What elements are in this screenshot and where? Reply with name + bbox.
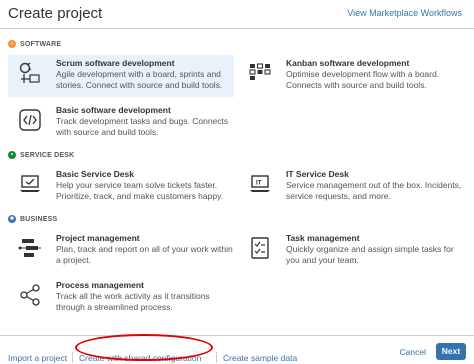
project-type-basic-service-desk[interactable]: Basic Service Desk Help your service tea… — [8, 166, 234, 206]
project-type-basic-software[interactable]: Basic software development Track develop… — [8, 102, 234, 142]
footer-divider — [216, 352, 217, 363]
project-type-kanban[interactable]: Kanban software development Optimise dev… — [238, 55, 464, 97]
project-type-title: Process management — [56, 280, 144, 290]
code-icon: ‹ — [8, 40, 16, 48]
project-type-description: Optimise development flow with a board. … — [286, 69, 440, 90]
project-type-title: Task management — [286, 233, 360, 243]
project-type-list: ‹ SOFTWARE Scrum software development Ag… — [0, 29, 474, 334]
task-list-icon — [248, 236, 272, 260]
code-brackets-icon — [18, 108, 42, 132]
dialog-title: Create project — [8, 5, 103, 22]
annotation-highlight-ellipse — [75, 334, 213, 361]
project-type-description: Agile development with a board, sprints … — [56, 69, 223, 90]
section-header-software: ‹ SOFTWARE — [8, 40, 61, 48]
section-label-service-desk: SERVICE DESK — [20, 151, 75, 159]
laptop-support-icon — [18, 172, 42, 196]
create-sample-data-link[interactable]: Create sample data — [223, 353, 297, 363]
project-type-task-management[interactable]: Task management Quickly organize and ass… — [238, 230, 464, 270]
business-icon: ■ — [8, 215, 16, 223]
project-timeline-icon — [18, 236, 42, 260]
kanban-board-icon — [248, 61, 272, 85]
it-laptop-icon: IT — [248, 172, 272, 196]
project-type-scrum[interactable]: Scrum software development Agile develop… — [8, 55, 234, 97]
create-project-dialog: Create project View Marketplace Workflow… — [0, 0, 474, 364]
project-type-description: Plan, track and report on all of your wo… — [56, 244, 233, 265]
next-button[interactable]: Next — [436, 343, 466, 360]
project-type-description: Help your service team solve tickets fas… — [56, 180, 224, 201]
scrum-board-icon — [18, 61, 42, 85]
section-label-software: SOFTWARE — [20, 40, 62, 48]
process-flow-icon — [18, 283, 42, 307]
service-desk-icon: • — [8, 151, 16, 159]
svg-text:IT: IT — [256, 181, 262, 187]
project-type-description: Quickly organize and assign simple tasks… — [286, 244, 454, 265]
project-type-description: Track all the work activity as it transi… — [56, 291, 210, 312]
project-type-title: Project management — [56, 233, 140, 243]
cancel-link[interactable]: Cancel — [400, 347, 426, 357]
dialog-footer: Import a project Create with shared conf… — [0, 335, 474, 364]
view-marketplace-workflows-link[interactable]: View Marketplace Workflows — [347, 8, 462, 18]
project-type-description: Service management out of the box. Incid… — [286, 180, 462, 201]
footer-divider — [72, 352, 73, 363]
section-header-service-desk: • SERVICE DESK — [8, 151, 74, 159]
project-type-title: IT Service Desk — [286, 169, 349, 179]
dialog-header: Create project View Marketplace Workflow… — [0, 0, 474, 29]
project-type-title: Kanban software development — [286, 58, 410, 68]
project-type-title: Basic software development — [56, 105, 171, 115]
project-type-title: Scrum software development — [56, 58, 175, 68]
section-header-business: ■ BUSINESS — [8, 215, 57, 223]
project-type-title: Basic Service Desk — [56, 169, 134, 179]
import-project-link[interactable]: Import a project — [8, 353, 67, 363]
project-type-it-service-desk[interactable]: IT IT Service Desk Service management ou… — [238, 166, 464, 206]
project-type-project-management[interactable]: Project management Plan, track and repor… — [8, 230, 234, 270]
project-type-process-management[interactable]: Process management Track all the work ac… — [8, 277, 234, 317]
section-label-business: BUSINESS — [20, 215, 58, 223]
project-type-description: Track development tasks and bugs. Connec… — [56, 116, 229, 137]
